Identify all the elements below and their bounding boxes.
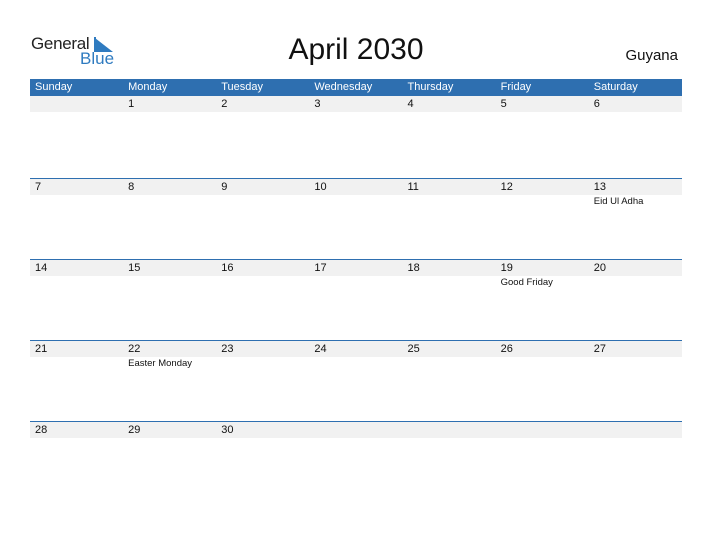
weekday-tuesday: Tuesday bbox=[221, 81, 264, 93]
day-number: 7 bbox=[35, 181, 42, 193]
day-number: 23 bbox=[221, 343, 234, 355]
day-number: 25 bbox=[407, 343, 420, 355]
holiday-event bbox=[30, 357, 123, 370]
events-row: Good Friday bbox=[30, 276, 682, 289]
weekday-friday: Friday bbox=[500, 81, 532, 93]
holiday-event bbox=[216, 357, 309, 370]
day-number bbox=[403, 422, 496, 438]
holiday-event bbox=[589, 357, 682, 370]
day-number: 22 bbox=[128, 343, 141, 355]
date-strip: 1 2 3 4 5 6 bbox=[30, 96, 682, 112]
day-number: 12 bbox=[500, 181, 513, 193]
day-number: 2 bbox=[221, 98, 228, 110]
holiday-event bbox=[30, 195, 123, 208]
weekday-wednesday: Wednesday bbox=[314, 81, 373, 93]
country-label: Guyana bbox=[625, 47, 678, 64]
calendar-grid: Sunday Monday Tuesday Wednesday Thursday… bbox=[30, 79, 682, 502]
day-number: 27 bbox=[593, 343, 606, 355]
day-number: 13 bbox=[593, 181, 606, 193]
day-number bbox=[589, 422, 682, 438]
day-number: 3 bbox=[314, 98, 321, 110]
weekday-thursday: Thursday bbox=[407, 81, 454, 93]
holiday-event bbox=[309, 357, 402, 370]
day-number: 28 bbox=[35, 424, 48, 436]
day-number bbox=[309, 422, 402, 438]
holiday-event bbox=[216, 195, 309, 208]
holiday-event bbox=[216, 276, 309, 289]
holiday-event bbox=[403, 276, 496, 289]
day-number: 18 bbox=[407, 262, 420, 274]
day-number: 1 bbox=[128, 98, 135, 110]
holiday-event: Good Friday bbox=[500, 277, 553, 288]
holiday-event: Easter Monday bbox=[128, 358, 193, 369]
day-number: 10 bbox=[314, 181, 327, 193]
holiday-event bbox=[496, 357, 589, 370]
week-row: 14 15 16 17 18 19 20 Good Friday bbox=[30, 259, 682, 340]
day-number: 24 bbox=[314, 343, 327, 355]
weekday-sunday: Sunday bbox=[35, 81, 73, 93]
day-number: 20 bbox=[593, 262, 606, 274]
day-number: 26 bbox=[500, 343, 513, 355]
day-number: 14 bbox=[35, 262, 48, 274]
holiday-event bbox=[309, 195, 402, 208]
day-number bbox=[496, 422, 589, 438]
weekday-saturday: Saturday bbox=[593, 81, 638, 93]
holiday-event bbox=[123, 195, 216, 208]
day-number: 6 bbox=[593, 98, 600, 110]
holiday-event bbox=[403, 357, 496, 370]
day-number: 8 bbox=[128, 181, 135, 193]
day-number: 15 bbox=[128, 262, 141, 274]
holiday-event bbox=[123, 276, 216, 289]
events-row: Easter Monday bbox=[30, 357, 682, 370]
day-number bbox=[30, 96, 123, 112]
date-strip: 28 29 30 bbox=[30, 422, 682, 438]
date-strip: 14 15 16 17 18 19 20 bbox=[30, 260, 682, 276]
weekday-monday: Monday bbox=[128, 81, 168, 93]
weekday-header: Sunday Monday Tuesday Wednesday Thursday… bbox=[30, 79, 682, 96]
calendar-title: April 2030 bbox=[288, 33, 424, 66]
day-number: 16 bbox=[221, 262, 234, 274]
holiday-event bbox=[403, 195, 496, 208]
holiday-event bbox=[589, 276, 682, 289]
week-row: 21 22 23 24 25 26 27 Easter Monday bbox=[30, 340, 682, 421]
day-number: 5 bbox=[500, 98, 507, 110]
holiday-event: Eid Ul Adha bbox=[593, 196, 644, 207]
day-number: 29 bbox=[128, 424, 141, 436]
week-row: 1 2 3 4 5 6 bbox=[30, 96, 682, 178]
day-number: 19 bbox=[500, 262, 513, 274]
day-number: 17 bbox=[314, 262, 327, 274]
date-strip: 7 8 9 10 11 12 13 bbox=[30, 179, 682, 195]
holiday-event bbox=[496, 195, 589, 208]
day-number: 11 bbox=[407, 181, 419, 193]
day-number: 4 bbox=[407, 98, 414, 110]
day-number: 30 bbox=[221, 424, 234, 436]
holiday-event bbox=[30, 276, 123, 289]
day-number: 9 bbox=[221, 181, 228, 193]
holiday-event bbox=[309, 276, 402, 289]
events-row: Eid Ul Adha bbox=[30, 195, 682, 208]
date-strip: 21 22 23 24 25 26 27 bbox=[30, 341, 682, 357]
day-number: 21 bbox=[35, 343, 48, 355]
week-row: 7 8 9 10 11 12 13 Eid Ul Adha bbox=[30, 178, 682, 259]
week-row: 28 29 30 bbox=[30, 421, 682, 502]
